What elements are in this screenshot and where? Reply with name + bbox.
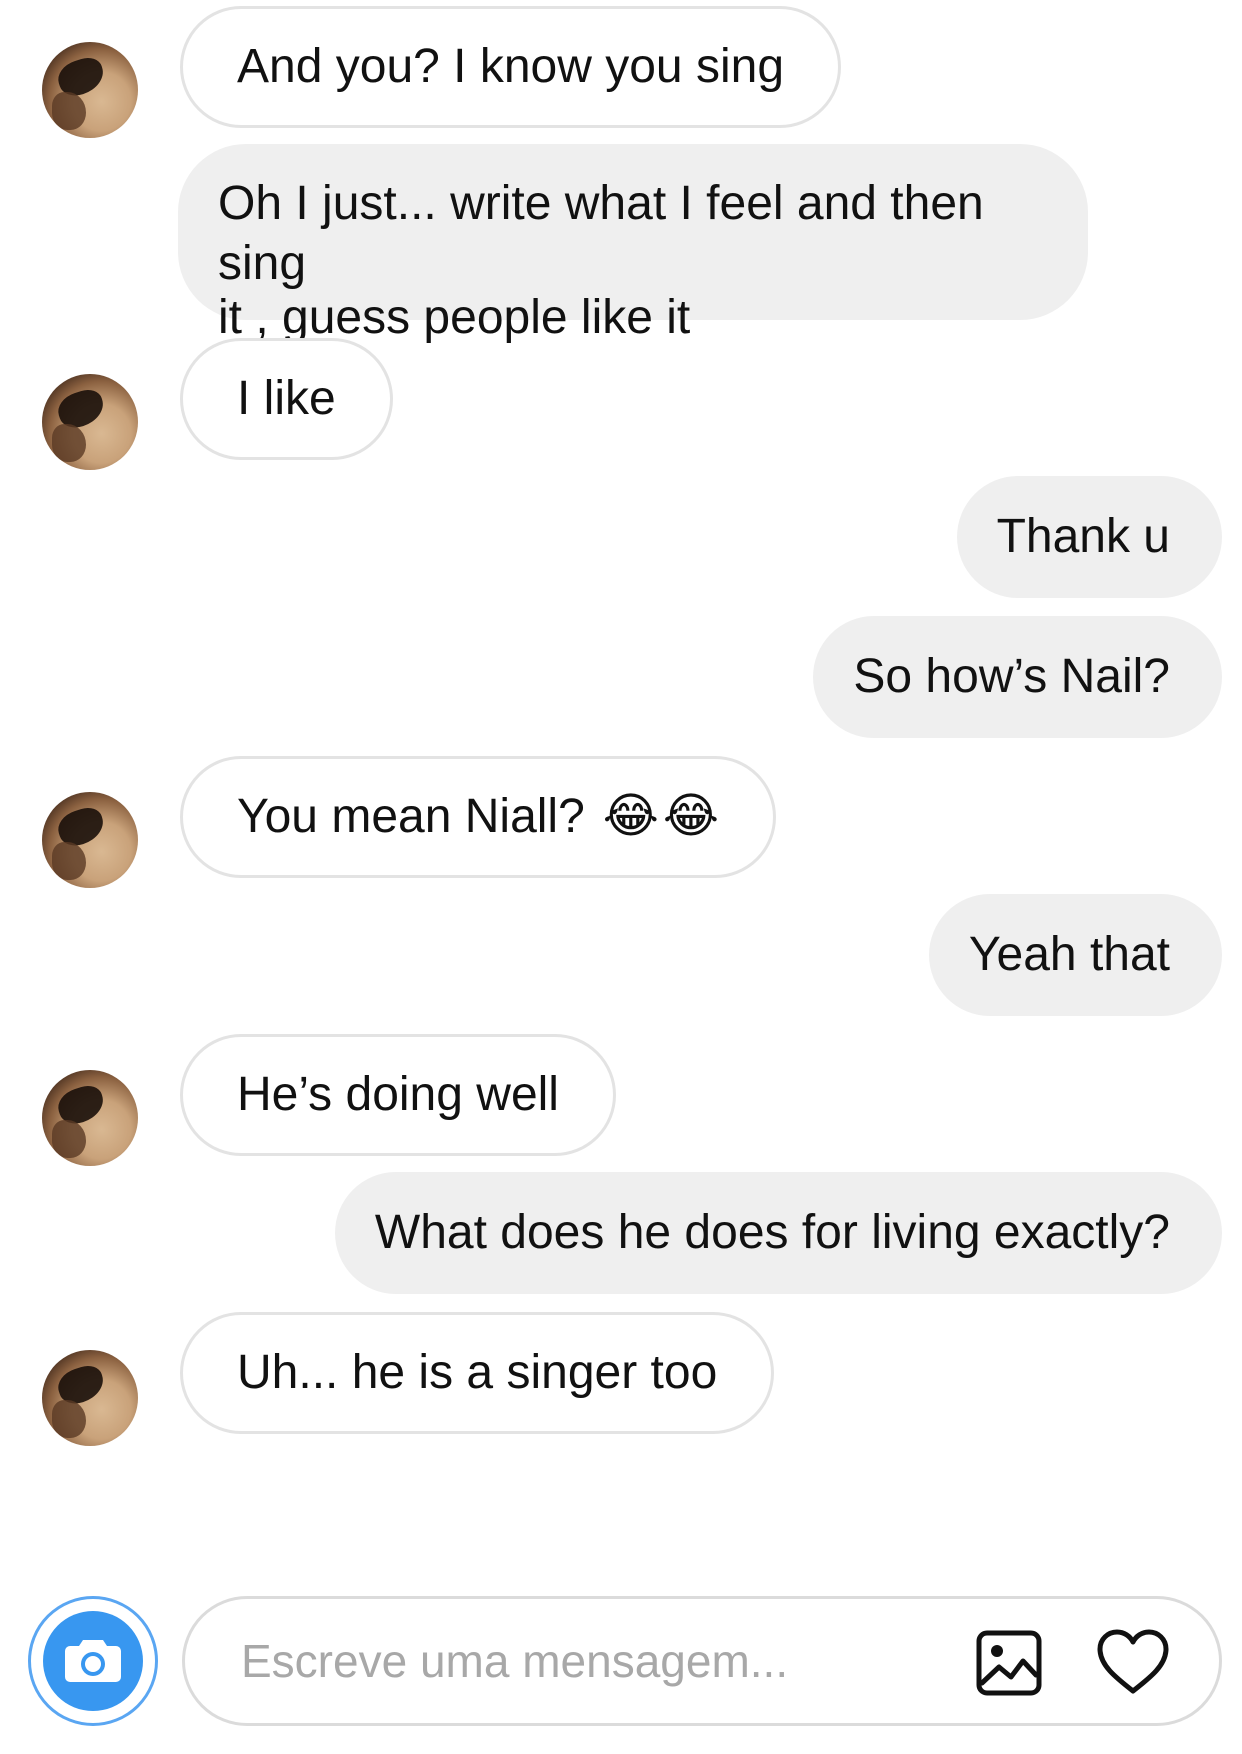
incoming-message-bubble[interactable]: I like [180, 338, 393, 460]
avatar[interactable] [42, 374, 138, 470]
message-row: What does he does for living exactly? [0, 1172, 1242, 1296]
outgoing-message-bubble[interactable]: Oh I just... write what I feel and then … [178, 144, 1088, 344]
camera-button[interactable] [28, 1596, 158, 1726]
avatar[interactable] [42, 1070, 138, 1166]
message-row: Uh... he is a singer too [0, 1310, 1242, 1590]
message-input[interactable] [241, 1629, 921, 1693]
message-row: You mean Niall? 😂 😂 [0, 754, 1242, 888]
message-text: Uh... he is a singer too [237, 1346, 718, 1399]
message-row: He’s doing well [0, 1032, 1242, 1166]
message-composer [0, 1590, 1242, 1754]
camera-icon [43, 1611, 143, 1711]
avatar[interactable] [42, 1350, 138, 1446]
outgoing-message-bubble[interactable]: Yeah that [928, 894, 1222, 1016]
heart-icon[interactable] [1095, 1627, 1171, 1697]
outgoing-message-bubble[interactable]: Thank u [956, 476, 1222, 598]
message-input-container [182, 1596, 1222, 1726]
message-text: He’s doing well [237, 1068, 559, 1121]
incoming-message-bubble[interactable]: He’s doing well [180, 1034, 616, 1156]
message-text: You mean Niall? [237, 790, 585, 843]
tears-of-joy-emoji: 😂 [662, 790, 719, 843]
outgoing-message-bubble[interactable]: So how’s Nail? [813, 616, 1222, 738]
message-text: And you? I know you sing [237, 40, 785, 93]
incoming-message-bubble[interactable]: You mean Niall? 😂 😂 [180, 756, 776, 878]
avatar[interactable] [42, 42, 138, 138]
gallery-icon[interactable] [975, 1629, 1043, 1697]
message-row: I like [0, 336, 1242, 470]
message-thread: And you? I know you sing Oh I just... wr… [0, 0, 1242, 1590]
avatar[interactable] [42, 792, 138, 888]
message-row: And you? I know you sing [0, 0, 1242, 140]
incoming-message-bubble[interactable]: And you? I know you sing [180, 6, 842, 128]
message-row: Yeah that [0, 894, 1242, 1018]
message-text: What does he does for living exactly? [374, 1206, 1170, 1259]
message-text: So how’s Nail? [853, 650, 1170, 703]
incoming-message-bubble[interactable]: Uh... he is a singer too [180, 1312, 775, 1434]
message-text: Thank u [996, 510, 1170, 563]
message-row: So how’s Nail? [0, 616, 1242, 740]
message-text-line: Oh I just... write what I feel and then … [218, 177, 984, 290]
message-text: I like [237, 372, 336, 425]
message-text: Yeah that [968, 928, 1170, 981]
message-row: Thank u [0, 476, 1242, 600]
outgoing-message-bubble[interactable]: What does he does for living exactly? [334, 1172, 1222, 1294]
tears-of-joy-emoji: 😂 [602, 790, 659, 843]
message-row: Oh I just... write what I feel and then … [0, 144, 1242, 344]
